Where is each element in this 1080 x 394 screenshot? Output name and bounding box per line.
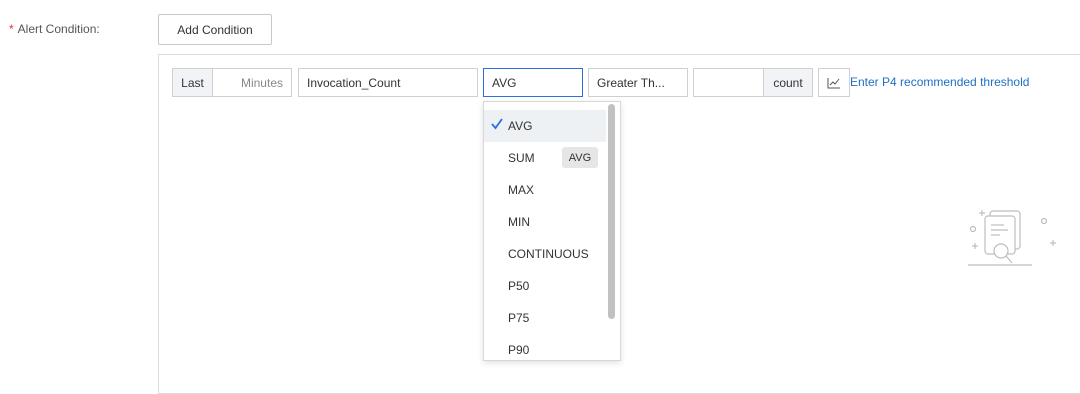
minutes-input[interactable]: Minutes bbox=[212, 68, 292, 97]
required-marker: * bbox=[9, 22, 14, 36]
dropdown-option-p90[interactable]: P90 bbox=[484, 334, 606, 360]
checkmark-icon bbox=[491, 118, 503, 130]
last-addon: Last bbox=[172, 68, 213, 97]
empty-document-search-icon bbox=[968, 210, 1056, 266]
option-tooltip: AVG bbox=[562, 147, 598, 168]
operator-select[interactable]: Greater Th... bbox=[588, 68, 688, 97]
dropdown-option-max[interactable]: MAX bbox=[484, 174, 606, 206]
dropdown-option-label: P50 bbox=[508, 279, 530, 293]
dropdown-option-label: CONTINUOUS bbox=[508, 247, 589, 261]
alert-condition-label-text: Alert Condition: bbox=[17, 22, 100, 36]
dropdown-option-label: MAX bbox=[508, 183, 535, 197]
threshold-input[interactable] bbox=[693, 68, 764, 97]
dropdown-option-p50[interactable]: P50 bbox=[484, 270, 606, 302]
alert-condition-label: * Alert Condition: bbox=[9, 22, 100, 36]
add-condition-button[interactable]: Add Condition bbox=[158, 14, 272, 45]
dropdown-scrollbar[interactable] bbox=[608, 104, 615, 319]
dropdown-option-min[interactable]: MIN bbox=[484, 206, 606, 238]
line-chart-icon bbox=[827, 77, 840, 88]
dropdown-option-label: AVG bbox=[508, 119, 533, 133]
dropdown-option-label: SUM bbox=[508, 151, 535, 165]
aggregation-dropdown: AVG SUM MAX MIN CONTINUOUS P50 P75 P90 bbox=[483, 101, 621, 361]
recommended-threshold-link[interactable]: Enter P4 recommended threshold bbox=[850, 75, 1029, 89]
dropdown-option-continuous[interactable]: CONTINUOUS bbox=[484, 238, 606, 270]
dropdown-option-label: P75 bbox=[508, 311, 530, 325]
dropdown-option-label: P90 bbox=[508, 343, 530, 357]
dropdown-option-avg[interactable]: AVG bbox=[484, 110, 606, 142]
metric-select[interactable]: Invocation_Count bbox=[298, 68, 478, 97]
dropdown-option-p75[interactable]: P75 bbox=[484, 302, 606, 334]
unit-addon: count bbox=[763, 68, 813, 97]
dropdown-option-label: MIN bbox=[508, 215, 530, 229]
aggregation-select[interactable]: AVG bbox=[483, 68, 583, 97]
trend-chart-button[interactable] bbox=[818, 68, 850, 97]
